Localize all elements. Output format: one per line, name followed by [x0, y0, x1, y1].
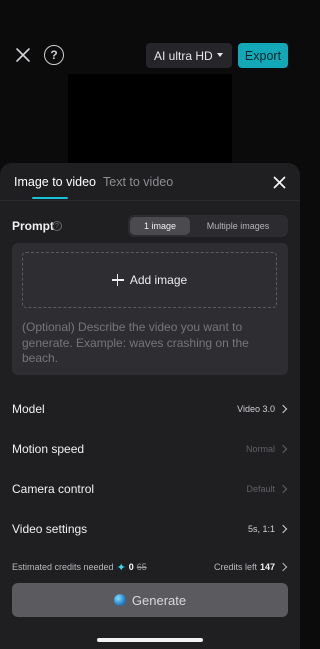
tab-image-to-video[interactable]: Image to video: [14, 175, 96, 189]
add-image-button[interactable]: Add image: [22, 252, 277, 308]
credits-left-value: 147: [259, 562, 275, 572]
generate-button[interactable]: Generate: [12, 583, 288, 617]
close-icon: [273, 176, 285, 188]
help-button[interactable]: ?: [44, 45, 64, 65]
setting-label: Motion speed: [12, 442, 85, 456]
chevron-right-icon: [278, 444, 288, 454]
image-count-switch: 1 image Multiple images: [128, 215, 288, 237]
setting-value: Video 3.0: [237, 404, 288, 414]
setting-value: Normal: [246, 444, 288, 454]
chevron-right-icon: [278, 404, 288, 414]
setting-value-text: 5s, 1:1: [247, 524, 275, 534]
generate-label: Generate: [131, 592, 187, 608]
setting-value: 5s, 1:1: [248, 524, 288, 534]
setting-row-motion-speed[interactable]: Motion speed Normal: [12, 439, 288, 459]
chevron-right-icon: [278, 524, 288, 534]
generate-sheet: Image to video Text to video Prompt ? 1 …: [0, 163, 300, 649]
plus-icon: [111, 274, 124, 286]
setting-value-text: Video 3.0: [237, 404, 275, 414]
setting-value-text: Default: [246, 484, 275, 494]
setting-row-camera-control[interactable]: Camera control Default: [12, 479, 288, 499]
credits-left-link[interactable]: Credits left 147: [214, 562, 288, 572]
editor-top-area: ? AI ultra HD Export: [0, 0, 300, 168]
estimated-credits-value: 0: [128, 562, 134, 572]
close-icon: [16, 48, 30, 62]
setting-label: Video settings: [12, 522, 88, 536]
estimated-credits-original: 65: [136, 562, 147, 572]
chevron-right-icon: [278, 562, 288, 572]
credits-left-label: Credits left: [213, 562, 257, 572]
estimated-credits-label: Estimated credits needed: [12, 562, 114, 572]
quality-dropdown[interactable]: AI ultra HD: [146, 43, 232, 68]
info-icon[interactable]: ?: [52, 221, 62, 231]
quality-label: AI ultra HD: [154, 48, 213, 63]
active-tab-indicator: [32, 197, 68, 199]
setting-label: Camera control: [12, 482, 95, 496]
close-editor-button[interactable]: [12, 44, 34, 66]
prompt-card: Add image (Optional) Describe the video …: [12, 243, 288, 375]
generate-orb-icon: [113, 594, 126, 606]
video-preview: [68, 74, 232, 168]
chevron-down-icon: [217, 53, 223, 57]
estimated-credits: Estimated credits needed ✦ 0 65: [12, 561, 147, 574]
prompt-input[interactable]: (Optional) Describe the video you want t…: [22, 320, 280, 367]
segment-multiple-images[interactable]: Multiple images: [190, 217, 286, 235]
sparkle-icon: ✦: [116, 561, 126, 574]
chevron-right-icon: [278, 484, 288, 494]
prompt-label: Prompt: [12, 219, 54, 233]
export-button[interactable]: Export: [238, 43, 288, 68]
help-icon: ?: [50, 48, 58, 62]
home-indicator: [97, 638, 203, 642]
credits-bar: Estimated credits needed ✦ 0 65 Credits …: [12, 560, 288, 574]
tab-divider: [0, 200, 300, 201]
setting-row-video-settings[interactable]: Video settings 5s, 1:1: [12, 519, 288, 539]
setting-label: Model: [12, 402, 45, 416]
add-image-label: Add image: [129, 273, 188, 287]
close-sheet-button[interactable]: [270, 173, 288, 191]
setting-value: Default: [246, 484, 288, 494]
setting-value-text: Normal: [245, 444, 275, 454]
segment-1-image[interactable]: 1 image: [130, 217, 190, 235]
tab-text-to-video[interactable]: Text to video: [103, 175, 173, 189]
setting-row-model[interactable]: Model Video 3.0: [12, 399, 288, 419]
